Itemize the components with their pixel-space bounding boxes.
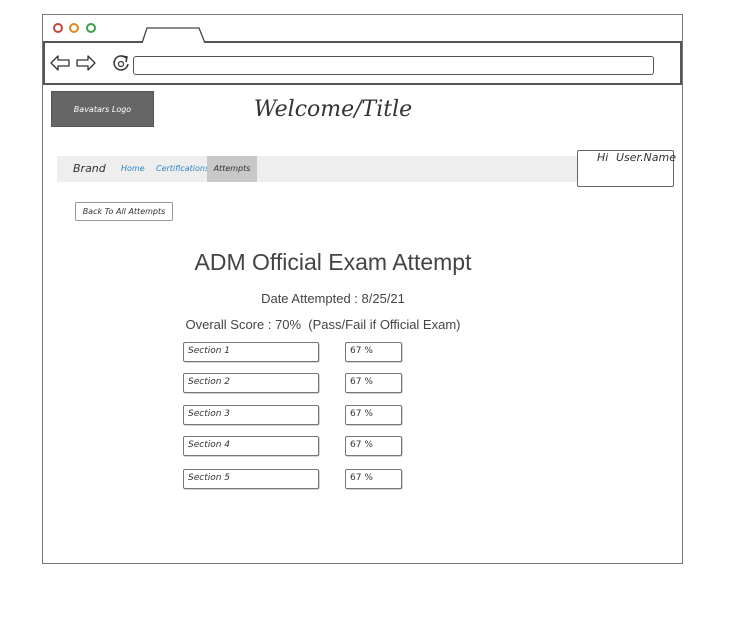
- overall-score: Overall Score : 70% (Pass/Fail if Offici…: [185, 317, 461, 332]
- section-1-score: 67 %: [345, 342, 402, 362]
- tab-strip: [43, 15, 682, 43]
- reload-icon[interactable]: [111, 53, 131, 73]
- date-attempted: Date Attempted : 8/25/21: [261, 291, 405, 306]
- section-4-score: 67 %: [345, 436, 402, 456]
- arrow-right-icon[interactable]: [75, 54, 97, 72]
- back-to-attempts-button[interactable]: Back To All Attempts: [75, 202, 173, 221]
- logo-text: Bavatars Logo: [73, 104, 132, 114]
- user-name: User.Name: [616, 151, 677, 164]
- close-window-dot[interactable]: [53, 23, 63, 33]
- section-4-label: Section 4: [183, 436, 319, 456]
- section-2-score: 67 %: [345, 373, 402, 393]
- top-nav-bar: Brand Home Certifications Attempts: [57, 156, 631, 182]
- logo: Bavatars Logo: [51, 91, 154, 127]
- nav-link-home[interactable]: Home: [121, 156, 145, 182]
- user-greeting: Hi: [597, 151, 609, 164]
- section-5-score: 67 %: [345, 469, 402, 489]
- address-bar[interactable]: [133, 56, 654, 75]
- browser-nav-bar: [43, 43, 682, 85]
- browser-window: Bavatars Logo Welcome/Title Brand Home C…: [42, 14, 683, 564]
- exam-title: ADM Official Exam Attempt: [194, 249, 472, 275]
- browser-tab[interactable]: [141, 27, 207, 43]
- section-5-label: Section 5: [183, 469, 319, 489]
- nav-link-attempts[interactable]: Attempts: [207, 156, 257, 182]
- section-1-label: Section 1: [183, 342, 319, 362]
- maximize-window-dot[interactable]: [86, 23, 96, 33]
- section-2-label: Section 2: [183, 373, 319, 393]
- user-menu[interactable]: Hi User.Name: [577, 150, 677, 187]
- page-title: Welcome/Title: [253, 97, 413, 122]
- nav-link-certifications[interactable]: Certifications: [156, 156, 209, 182]
- arrow-left-icon[interactable]: [49, 54, 71, 72]
- nav-brand[interactable]: Brand: [73, 156, 106, 182]
- minimize-window-dot[interactable]: [69, 23, 79, 33]
- section-3-score: 67 %: [345, 405, 402, 425]
- section-3-label: Section 3: [183, 405, 319, 425]
